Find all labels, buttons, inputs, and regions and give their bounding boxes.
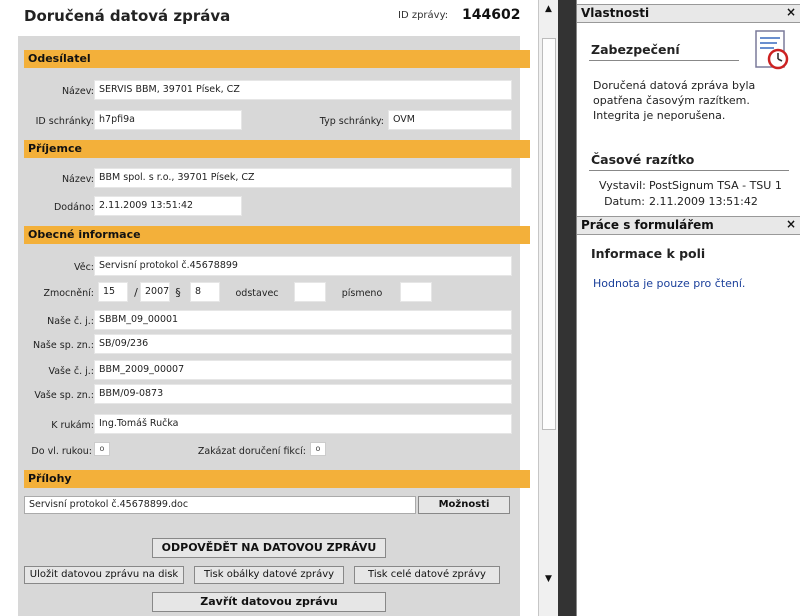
form-header: Doručená datová zpráva ID zprávy: 144602 [0,0,538,36]
print-full-button[interactable]: Tisk celé datové zprávy [354,566,500,584]
subject-field[interactable]: Servisní protokol č.45678899 [94,256,512,276]
attention-field[interactable]: Ing.Tomáš Ručka [94,414,512,434]
authorization-year-field[interactable]: 2007 [140,282,170,302]
date-value: 2.11.2009 13:51:42 [649,195,758,208]
authorization-subsection-label: odstavec [235,288,279,299]
sender-name-label: Název: [61,86,94,97]
attachment-options-button[interactable]: Možnosti [418,496,510,514]
save-to-disk-button[interactable]: Uložit datovou zprávu na disk [24,566,184,584]
attention-label: K rukám: [51,420,94,431]
section-recipient: Příjemce [24,140,530,158]
form-window: Doručená datová zpráva ID zprávy: 144602… [0,0,800,616]
our-ref-label: Naše č. j.: [47,316,94,327]
form-scrollbar[interactable]: ▲ ▼ [538,0,558,616]
your-ref-field[interactable]: BBM_2009_00007 [94,360,512,380]
our-ref-field[interactable]: SBBM_09_00001 [94,310,512,330]
recipient-delivered-label: Dodáno: [53,202,94,213]
sender-box-type-field[interactable]: OVM [388,110,512,130]
our-file-label: Naše sp. zn.: [33,340,94,351]
pane-divider[interactable] [558,0,576,616]
issuer-value: PostSignum TSA - TSU 1 [649,179,782,192]
side-panel: Vlastnosti × Zabezpečení Doručená datová… [576,0,800,616]
disable-fiction-label: Zakázat doručení fikcí: [197,446,306,457]
authorization-slash: / [134,286,138,299]
form-title: Doručená datová zpráva [24,7,231,25]
scroll-down-icon[interactable]: ▼ [541,572,556,587]
personal-delivery-checkbox[interactable]: o [94,442,110,456]
close-icon[interactable]: × [786,217,796,231]
date-label: Datum: [604,195,645,208]
form-body: Odesílatel Název: SERVIS BBM, 39701 Píse… [18,36,530,616]
security-divider [589,60,739,61]
recipient-name-field[interactable]: BBM spol. s r.o., 39701 Písek, CZ [94,168,512,188]
sender-box-type-label: Typ schránky: [319,116,384,127]
authorization-paragraph-field[interactable]: 8 [190,282,220,302]
sender-box-id-label: ID schránky: [35,116,94,127]
disable-fiction-checkbox[interactable]: o [310,442,326,456]
attachment-item[interactable]: Servisní protokol č.45678899.doc [24,496,416,514]
close-message-button[interactable]: Zavřít datovou zprávu [152,592,386,612]
your-file-field[interactable]: BBM/09-0873 [94,384,512,404]
message-id-value: 144602 [462,7,521,23]
scroll-up-icon[interactable]: ▲ [541,2,556,17]
timestamp-divider [589,170,789,171]
sender-name-field[interactable]: SERVIS BBM, 39701 Písek, CZ [94,80,512,100]
recipient-name-label: Název: [61,174,94,185]
form-work-header-label: Práce s formulářem [581,218,714,232]
certificate-icon [749,28,793,72]
authorization-subsection-field[interactable] [294,282,326,302]
authorization-number-field[interactable]: 15 [98,282,128,302]
form-pane: Doručená datová zpráva ID zprávy: 144602… [0,0,558,616]
personal-delivery-label: Do vl. rukou: [31,446,92,457]
section-attachments: Přílohy [24,470,530,488]
authorization-letter-label: písmeno [341,288,383,299]
your-file-label: Vaše sp. zn.: [34,390,94,401]
message-id-label: ID zprávy: [398,10,449,21]
recipient-delivered-field[interactable]: 2.11.2009 13:51:42 [94,196,242,216]
print-envelope-button[interactable]: Tisk obálky datové zprávy [194,566,344,584]
our-file-field[interactable]: SB/09/236 [94,334,512,354]
section-general-info: Obecné informace [24,226,530,244]
authorization-label: Zmocnění: [43,288,94,299]
authorization-letter-field[interactable] [400,282,432,302]
subject-label: Věc: [73,262,94,273]
form-work-header: Práce s formulářem × [577,216,800,235]
security-text-line-2: opatřena časovým razítkem. [593,94,750,107]
security-text-line-1: Doručená datová zpráva byla [593,79,756,92]
field-info-title: Informace k poli [591,246,706,261]
properties-header: Vlastnosti × [577,4,800,23]
close-icon[interactable]: × [786,5,796,19]
reply-button[interactable]: ODPOVĚDĚT NA DATOVOU ZPRÁVU [152,538,386,558]
sender-box-id-field[interactable]: h7pfi9a [94,110,242,130]
security-title: Zabezpečení [591,42,680,57]
properties-header-label: Vlastnosti [581,6,650,20]
your-ref-label: Vaše č. j.: [48,366,94,377]
issuer-label: Vystavil: [599,179,646,192]
section-sender: Odesílatel [24,50,530,68]
field-info-text: Hodnota je pouze pro čtení. [593,277,746,290]
timestamp-title: Časové razítko [591,152,695,167]
security-text-line-3: Integrita je neporušena. [593,109,726,122]
scroll-thumb[interactable] [542,38,556,430]
authorization-paragraph-sign: § [175,286,181,299]
